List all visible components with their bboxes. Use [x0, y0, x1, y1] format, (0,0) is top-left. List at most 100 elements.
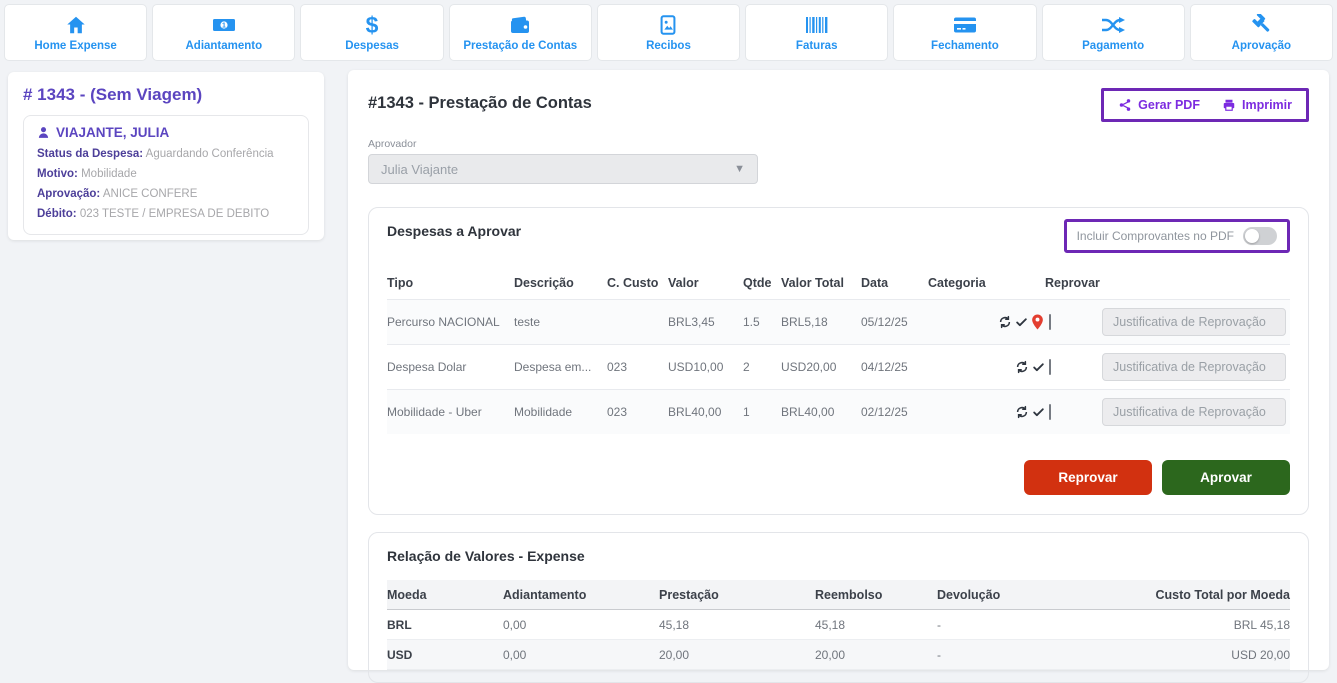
field-label: Débito: [37, 208, 77, 220]
cell-devolucao: - [937, 618, 1087, 632]
reject-checkbox[interactable] [1049, 404, 1051, 420]
justification-input[interactable] [1102, 308, 1286, 336]
col-custo-total: Custo Total por Moeda [1087, 588, 1290, 602]
field-label: Status da Despesa: [37, 148, 143, 160]
col-devolucao: Devolução [937, 588, 1087, 602]
field-value: 023 TESTE / EMPRESA DE DEBITO [80, 208, 269, 220]
reject-checkbox[interactable] [1049, 359, 1051, 375]
cell-data: 04/12/25 [861, 360, 928, 374]
justification-input[interactable] [1102, 398, 1286, 426]
values-table: Moeda Adiantamento Prestação Reembolso D… [387, 580, 1290, 670]
nav-item-fechamento[interactable]: Fechamento [893, 4, 1036, 61]
cell-data: 02/12/25 [861, 405, 928, 419]
expense-row: Percurso NACIONAL teste BRL3,45 1.5 BRL5… [387, 299, 1290, 344]
traveler-name: VIAJANTE, JULIA [56, 125, 169, 140]
nav-item-label: Prestação de Contas [463, 40, 577, 52]
expenses-table-header: Tipo Descrição C. Custo Valor Qtde Valor… [387, 267, 1290, 299]
cell-valor: BRL40,00 [668, 405, 743, 419]
cell-reembolso: 45,18 [815, 618, 937, 632]
cell-qtde: 1 [743, 405, 781, 419]
printer-icon [1222, 98, 1236, 112]
values-table-header: Moeda Adiantamento Prestação Reembolso D… [387, 580, 1290, 610]
values-summary-section: Relação de Valores - Expense Moeda Adian… [368, 532, 1309, 683]
cell-moeda: USD [387, 648, 503, 662]
sync-icon[interactable] [1015, 360, 1029, 374]
approver-label: Aprovador [368, 138, 1309, 150]
field-label: Motivo: [37, 168, 78, 180]
values-row: USD 0,00 20,00 20,00 - USD 20,00 [387, 640, 1290, 670]
col-valor-total: Valor Total [781, 276, 861, 290]
approver-selected-value: Julia Viajante [381, 162, 458, 177]
map-pin-icon[interactable] [1031, 314, 1044, 330]
cell-prestacao: 45,18 [659, 618, 815, 632]
justification-input[interactable] [1102, 353, 1286, 381]
cell-descricao: Despesa em... [514, 360, 607, 374]
check-icon[interactable] [1032, 361, 1045, 374]
cell-c-custo: 023 [607, 405, 668, 419]
generate-pdf-button[interactable]: Gerar PDF [1118, 98, 1200, 112]
expense-row: Despesa Dolar Despesa em... 023 USD10,00… [387, 344, 1290, 389]
nav-item-label: Aprovação [1232, 40, 1291, 52]
reject-button[interactable]: Reprovar [1024, 460, 1152, 495]
field-value: ANICE CONFERE [103, 188, 198, 200]
nav-item-recibos[interactable]: Recibos [597, 4, 740, 61]
reject-checkbox[interactable] [1049, 314, 1051, 330]
nav-item-home-expense[interactable]: Home Expense [4, 4, 147, 61]
cell-c-custo: 023 [607, 360, 668, 374]
main-panel: #1343 - Prestação de Contas Gerar PDF Im… [348, 70, 1329, 670]
nav-item-label: Adiantamento [185, 40, 262, 52]
print-label: Imprimir [1242, 98, 1292, 112]
cell-valor-total: BRL40,00 [781, 405, 861, 419]
credit-card-icon [952, 13, 978, 37]
nav-item-faturas[interactable]: Faturas [745, 4, 888, 61]
include-receipts-toggle[interactable] [1243, 227, 1277, 245]
nav-item-label: Recibos [646, 40, 691, 52]
col-categoria: Categoria [928, 276, 998, 290]
include-receipts-label: Incluir Comprovantes no PDF [1077, 229, 1234, 243]
expense-summary-card: # 1343 - (Sem Viagem) VIAJANTE, JULIA St… [8, 72, 324, 240]
cell-custo-total: USD 20,00 [1087, 648, 1290, 662]
receipt-image-icon [657, 13, 679, 37]
expenses-to-approve-section: Despesas a Aprovar Incluir Comprovantes … [368, 207, 1309, 515]
user-icon [37, 126, 50, 139]
cell-qtde: 1.5 [743, 315, 781, 329]
cell-valor-total: USD20,00 [781, 360, 861, 374]
money-bill-icon: 1 [211, 13, 237, 37]
wallet-icon [508, 13, 532, 37]
nav-item-adiantamento[interactable]: 1 Adiantamento [152, 4, 295, 61]
expenses-table: Tipo Descrição C. Custo Valor Qtde Valor… [387, 267, 1290, 434]
cell-valor: BRL3,45 [668, 315, 743, 329]
approver-select[interactable]: Julia Viajante ▼ [368, 154, 758, 184]
approve-button[interactable]: Aprovar [1162, 460, 1290, 495]
home-icon [64, 13, 88, 37]
page-title: #1343 - Prestação de Contas [368, 88, 592, 113]
cell-descricao: teste [514, 315, 607, 329]
generate-pdf-label: Gerar PDF [1138, 98, 1200, 112]
nav-item-aprovacao[interactable]: Aprovação [1190, 4, 1333, 61]
traveler-card: VIAJANTE, JULIA Status da Despesa: Aguar… [23, 115, 309, 235]
expense-id-title: # 1343 - (Sem Viagem) [23, 85, 309, 105]
nav-item-label: Faturas [796, 40, 838, 52]
sync-icon[interactable] [998, 315, 1012, 329]
print-button[interactable]: Imprimir [1222, 98, 1292, 112]
check-icon[interactable] [1032, 406, 1045, 419]
barcode-icon [804, 13, 830, 37]
cell-valor-total: BRL5,18 [781, 315, 861, 329]
col-reprovar: Reprovar [1045, 276, 1102, 290]
cell-tipo: Mobilidade - Uber [387, 405, 514, 419]
sync-icon[interactable] [1015, 405, 1029, 419]
cell-qtde: 2 [743, 360, 781, 374]
nav-item-prestacao-de-contas[interactable]: Prestação de Contas [449, 4, 592, 61]
cell-devolucao: - [937, 648, 1087, 662]
dollar-icon: $ [366, 13, 379, 37]
nav-item-pagamento[interactable]: Pagamento [1042, 4, 1185, 61]
nav-item-label: Home Expense [34, 40, 116, 52]
check-icon[interactable] [1015, 316, 1028, 329]
chevron-down-icon: ▼ [734, 163, 745, 175]
col-tipo: Tipo [387, 276, 514, 290]
expense-row: Mobilidade - Uber Mobilidade 023 BRL40,0… [387, 389, 1290, 434]
field-value: Mobilidade [81, 168, 137, 180]
cell-custo-total: BRL 45,18 [1087, 618, 1290, 632]
nav-item-label: Fechamento [931, 40, 999, 52]
nav-item-despesas[interactable]: $ Despesas [300, 4, 443, 61]
